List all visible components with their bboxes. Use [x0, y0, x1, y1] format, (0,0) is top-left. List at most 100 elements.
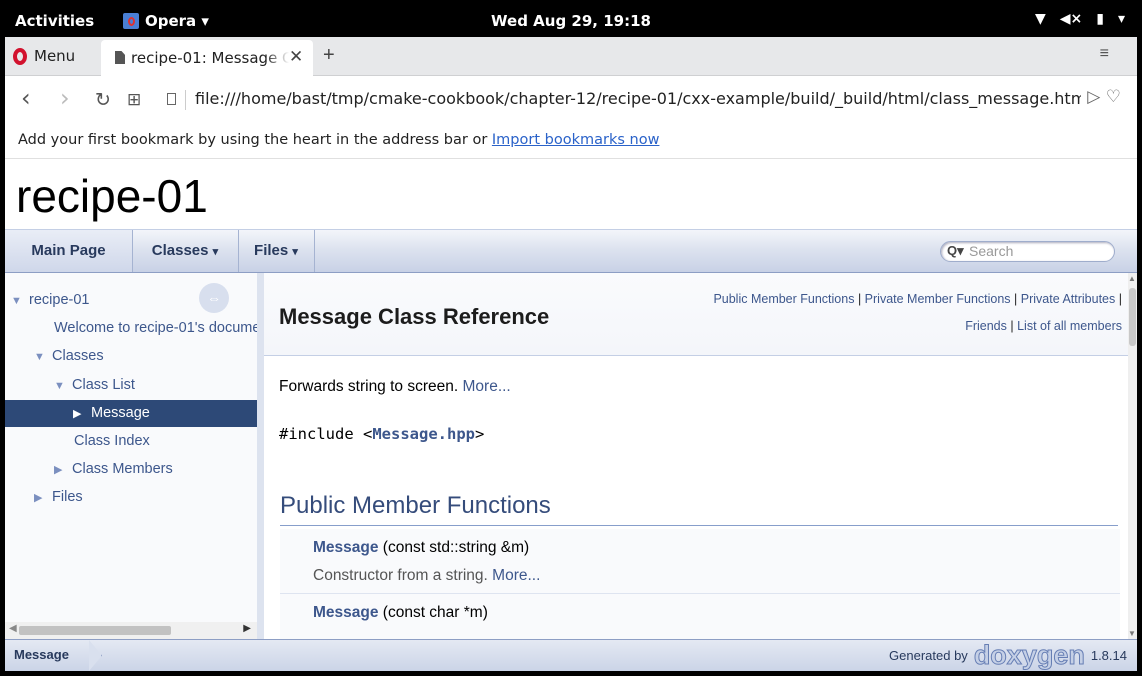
app-menu[interactable]: Opera ▾ — [123, 12, 209, 30]
scroll-up-icon[interactable]: ▲ — [1128, 274, 1136, 283]
tree-item-class-members[interactable]: ▶ Class Members — [5, 456, 257, 484]
document-icon — [115, 51, 125, 64]
tab-strip: Menu recipe-01: Message Class Reference … — [5, 37, 1137, 76]
link-all-members[interactable]: List of all members — [1017, 319, 1122, 333]
scroll-left-icon[interactable]: ◀ — [9, 623, 17, 634]
doc-content: Public Member Functions | Private Member… — [264, 273, 1128, 639]
tree-item-message[interactable]: ▶ Message — [5, 400, 257, 427]
link-friends[interactable]: Friends — [965, 319, 1007, 333]
activities-button[interactable]: Activities — [15, 12, 94, 30]
member-signature: Message (const char *m) — [313, 604, 488, 622]
volume-muted-icon: ◀× — [1059, 11, 1083, 27]
chevron-down-icon: ▾ — [292, 246, 298, 258]
tree-item-class-list[interactable]: ▼ Class List — [5, 372, 257, 400]
opera-menu-button[interactable]: Menu — [13, 47, 75, 65]
scroll-right-icon[interactable]: ▶ — [243, 623, 251, 634]
search-input[interactable]: Q▾ Search — [940, 241, 1115, 262]
link-separator: | — [1010, 292, 1021, 306]
nav-files-label: Files — [254, 242, 289, 259]
generated-by-label: Generated by — [889, 647, 968, 663]
more-link[interactable]: More... — [492, 567, 540, 584]
link-separator: | — [854, 292, 865, 306]
class-header: Public Member Functions | Private Member… — [264, 273, 1128, 356]
chevron-down-icon: ▾ — [212, 246, 219, 258]
tree-item-class-index[interactable]: Class Index — [5, 428, 257, 455]
include-prefix: #include < — [279, 425, 373, 443]
battery-icon: ▮ — [1096, 11, 1104, 27]
tree-expanded-icon[interactable]: ▼ — [11, 288, 25, 315]
search-placeholder: Search — [969, 243, 1014, 259]
project-name: recipe-01 — [16, 170, 208, 222]
member-args: (const char *m) — [378, 604, 488, 621]
member-name-link[interactable]: Message — [313, 539, 378, 556]
include-file-link[interactable]: Message.hpp — [372, 425, 475, 443]
speed-dial-icon[interactable]: ⊞ — [127, 90, 141, 110]
link-public-member-functions[interactable]: Public Member Functions — [713, 292, 854, 306]
new-tab-button[interactable]: + — [323, 44, 335, 67]
breadcrumb-message[interactable]: Message — [5, 640, 89, 671]
class-brief: Forwards string to screen. More... — [279, 378, 511, 396]
scroll-down-icon[interactable]: ▼ — [1128, 629, 1136, 638]
class-brief-text: Forwards string to screen. — [279, 378, 459, 395]
scrollbar-thumb[interactable] — [1129, 288, 1136, 346]
tree-item-label: Class Index — [74, 433, 150, 449]
tree-item-classes[interactable]: ▼ Classes — [5, 343, 257, 371]
member-item: Message (const std::string &m) Construct… — [280, 529, 1120, 594]
forward-icon[interactable]: › — [60, 84, 70, 112]
active-tab[interactable]: recipe-01: Message Class Reference ✕ — [101, 40, 313, 76]
member-name-link[interactable]: Message — [313, 604, 378, 621]
section-title: Public Member Functions — [280, 492, 551, 519]
content-vertical-scrollbar[interactable]: ▲ ▼ — [1128, 273, 1137, 639]
page-info-icon[interactable] — [167, 93, 176, 105]
nav-files[interactable]: Files ▾ — [238, 230, 315, 272]
link-private-attributes[interactable]: Private Attributes — [1021, 292, 1116, 306]
menu-label: Menu — [34, 47, 76, 65]
url-text[interactable]: file:///home/bast/tmp/cmake-cookbook/cha… — [195, 89, 1081, 108]
doxygen-footer: Message Generated by doxygen 1.8.14 — [5, 639, 1137, 671]
screen: Activities Opera ▾ Wed Aug 29, 19:18 ▼ ◀… — [5, 5, 1137, 671]
nav-main-page[interactable]: Main Page — [5, 230, 133, 272]
tree-item-files[interactable]: ▶ Files — [5, 484, 257, 512]
tree-collapsed-icon[interactable]: ▶ — [34, 485, 48, 512]
tab-menu-icon[interactable]: ≡ — [1100, 45, 1109, 63]
link-private-member-functions[interactable]: Private Member Functions — [865, 292, 1011, 306]
project-header: recipe-01 — [5, 159, 1137, 230]
search-icon[interactable]: Q▾ — [947, 243, 964, 259]
member-brief-text: Constructor from a string. — [313, 567, 488, 584]
class-title: Message Class Reference — [279, 304, 550, 329]
nav-main-page-label: Main Page — [31, 242, 106, 259]
tree-horizontal-scrollbar[interactable]: ◀ ▶ — [5, 622, 257, 639]
app-menu-label: Opera ▾ — [145, 12, 209, 30]
sync-icon[interactable]: ⇔ — [199, 283, 229, 313]
tree-expanded-icon[interactable]: ▼ — [54, 373, 68, 400]
nav-classes[interactable]: Classes ▾ — [132, 230, 239, 272]
back-icon[interactable]: ‹ — [21, 84, 31, 112]
import-bookmarks-link[interactable]: Import bookmarks now — [492, 132, 660, 148]
close-tab-icon[interactable]: ✕ — [289, 47, 303, 67]
system-tray[interactable]: ▼ ◀× ▮ ▾ — [1035, 11, 1125, 27]
doxygen-logo[interactable]: doxygen — [973, 641, 1085, 669]
tree-item-label: Classes — [52, 348, 104, 364]
send-and-bookmark-heart-icon[interactable]: ▷ ♡ — [1087, 87, 1121, 107]
url-separator — [185, 90, 186, 110]
section-divider — [280, 525, 1118, 526]
url-field[interactable]: file:///home/bast/tmp/cmake-cookbook/cha… — [157, 82, 1125, 116]
link-separator: | — [1006, 319, 1018, 333]
tree-item-label: Message — [91, 405, 150, 421]
bookmark-hint-message: Add your first bookmark by using the hea… — [18, 132, 492, 148]
nav-tree: ▼ recipe-01 Welcome to recipe-01's docum… — [5, 273, 264, 639]
reload-icon[interactable]: ↻ — [95, 89, 111, 111]
doxygen-version: 1.8.14 — [1090, 647, 1127, 663]
tree-collapsed-icon[interactable]: ▶ — [73, 401, 87, 428]
tree-item-welcome[interactable]: Welcome to recipe-01's documentation! — [5, 315, 257, 342]
generated-by: Generated by doxygen 1.8.14 — [889, 641, 1127, 669]
link-separator: | — [1115, 292, 1122, 306]
more-link[interactable]: More... — [463, 378, 511, 395]
bookmark-hint-bar: Add your first bookmark by using the hea… — [5, 123, 1137, 159]
tree-item-label: Class Members — [72, 461, 173, 477]
tree-item-label: Files — [52, 489, 83, 505]
scrollbar-thumb[interactable] — [19, 626, 171, 635]
member-item: Message (const char *m) — [280, 594, 1120, 639]
tree-expanded-icon[interactable]: ▼ — [34, 344, 48, 371]
tree-collapsed-icon[interactable]: ▶ — [54, 457, 68, 484]
